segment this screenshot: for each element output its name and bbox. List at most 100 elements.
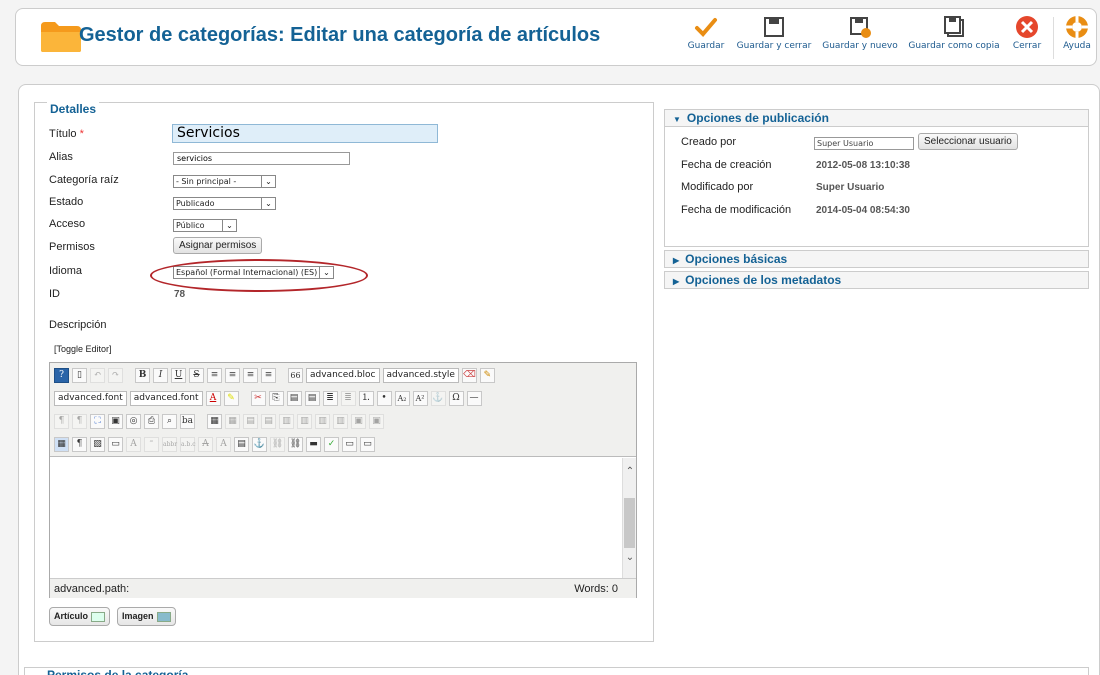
style-select[interactable]: advanced.style (382, 367, 459, 383)
ordered-list-icon[interactable]: ⒈ (358, 390, 374, 406)
superscript-icon[interactable]: A² (412, 390, 428, 406)
redo-icon[interactable]: ↷ (108, 367, 123, 383)
anchor-icon[interactable]: ⚓ (430, 390, 446, 406)
state-select[interactable]: Publicado ⌄ (173, 197, 276, 210)
edit-html-icon[interactable]: ▭ (342, 436, 357, 452)
paste-text-icon[interactable]: ▤ (304, 390, 320, 406)
clean-icon[interactable]: ✎ (479, 367, 495, 383)
basic-options-header[interactable]: ▶ Opciones básicas (664, 250, 1089, 268)
delete-row-icon[interactable]: ▥ (297, 413, 312, 429)
article-button[interactable]: Artículo (49, 607, 111, 626)
save-close-button[interactable]: Guardar y cerrar (736, 15, 812, 61)
metadata-options-header[interactable]: ▶ Opciones de los metadatos (664, 271, 1089, 289)
access-select[interactable]: Público ⌄ (173, 219, 237, 232)
delete-text-icon[interactable]: A (198, 436, 213, 452)
attributes-icon[interactable]: ▤ (234, 436, 249, 452)
ltr-icon[interactable]: ¶ (54, 413, 69, 429)
underline-icon[interactable]: U (171, 367, 186, 383)
publishing-options-header[interactable]: ▼ Opciones de publicación (664, 109, 1089, 127)
publishing-options-panel (664, 109, 1089, 247)
save-button[interactable]: Guardar (686, 15, 726, 61)
rtl-icon[interactable]: ¶ (72, 413, 87, 429)
cell-props-icon[interactable]: ▤ (261, 413, 276, 429)
created-by-input[interactable]: Super Usuario (814, 137, 914, 150)
styles-icon[interactable]: A (126, 436, 141, 452)
special-character-icon[interactable]: Ω (448, 390, 464, 406)
editor-scrollbar[interactable]: ⌃ ⌄ (622, 458, 636, 578)
subscript-icon[interactable]: A₂ (394, 390, 410, 406)
eraser-icon[interactable]: ⌫ (461, 367, 477, 383)
save-new-button[interactable]: Guardar y nuevo (822, 15, 898, 61)
italic-icon[interactable]: I (153, 367, 168, 383)
abbr-icon[interactable]: a.b.c (180, 436, 196, 452)
editor-status-bar: advanced.path: Words: 0 (50, 578, 636, 598)
spellcheck-icon[interactable]: ✓ (324, 436, 339, 452)
indent-icon[interactable]: ≣ (322, 390, 338, 406)
parent-select[interactable]: - Sin principal - ⌄ (173, 175, 276, 188)
delete-col-icon[interactable]: ▥ (333, 413, 348, 429)
paste-icon[interactable]: ▤ (286, 390, 302, 406)
search-icon[interactable]: ⌕ (162, 413, 177, 429)
media-icon[interactable]: ◎ (126, 413, 141, 429)
insert-row-icon[interactable]: ▥ (279, 413, 294, 429)
block-format-select[interactable]: advanced.bloc (306, 367, 380, 383)
row-props-icon[interactable]: ▤ (243, 413, 258, 429)
select-user-button[interactable]: Seleccionar usuario (918, 133, 1018, 150)
preview-icon[interactable]: ▣ (108, 413, 123, 429)
acronym-icon[interactable]: abbr (162, 436, 177, 452)
bold-icon[interactable]: B (135, 367, 150, 383)
align-justify-icon[interactable]: ≡ (261, 367, 276, 383)
language-label: Idioma (49, 265, 83, 277)
template-icon[interactable]: ▧ (90, 436, 105, 452)
help-icon[interactable]: ? (54, 367, 69, 383)
title-input[interactable]: Servicios (172, 124, 438, 143)
alias-input[interactable]: servicios (173, 152, 350, 165)
save-copy-button[interactable]: Guardar como copia (908, 15, 1000, 61)
copy-icon[interactable]: ⎘ (268, 390, 284, 406)
show-blocks-icon[interactable]: ¶ (72, 436, 87, 452)
insert-layer-icon[interactable]: ▦ (207, 413, 222, 429)
font-size-select[interactable]: advanced.font (129, 390, 203, 406)
access-label: Acceso (49, 218, 86, 230)
code-icon[interactable]: ▭ (360, 436, 375, 452)
visual-aid-icon[interactable]: ▦ (54, 436, 69, 452)
editor-content-area[interactable] (50, 458, 636, 578)
split-cells-icon[interactable]: ▣ (369, 413, 384, 429)
align-right-icon[interactable]: ≡ (243, 367, 258, 383)
merge-cells-icon[interactable]: ▣ (351, 413, 366, 429)
table-icon[interactable]: ▦ (225, 413, 240, 429)
anchor-insert-icon[interactable]: ⚓ (252, 436, 267, 452)
outdent-icon[interactable]: ≣ (340, 390, 356, 406)
scrollbar-thumb[interactable] (624, 498, 635, 548)
insert-col-icon[interactable]: ▥ (315, 413, 330, 429)
page-title: Gestor de categorías: Editar una categor… (79, 24, 601, 46)
bullet-list-icon[interactable]: • (376, 390, 392, 406)
image-button[interactable]: Imagen (117, 607, 176, 626)
text-color-icon[interactable]: A (205, 390, 221, 406)
toggle-editor-link[interactable]: [Toggle Editor] (54, 344, 112, 354)
blockquote-icon[interactable]: 66 (288, 367, 303, 383)
new-document-icon[interactable]: ▯ (72, 367, 87, 383)
pagebreak-icon[interactable]: ▭ (108, 436, 123, 452)
highlight-color-icon[interactable]: ✎ (223, 390, 239, 406)
scroll-up-icon[interactable]: ⌃ (624, 466, 636, 478)
align-center-icon[interactable]: ≡ (225, 367, 240, 383)
assign-permissions-button[interactable]: Asignar permisos (173, 237, 263, 254)
font-family-select[interactable]: advanced.font (54, 390, 127, 406)
align-left-icon[interactable]: ≡ (207, 367, 222, 383)
help-button[interactable]: Ayuda (1060, 15, 1094, 61)
scroll-down-icon[interactable]: ⌄ (624, 552, 636, 564)
fullscreen-icon[interactable]: ⛶ (90, 413, 105, 429)
link-icon[interactable]: ⛓ (288, 436, 303, 452)
strikethrough-icon[interactable]: S (189, 367, 204, 383)
print-icon[interactable]: ⎙ (144, 413, 159, 429)
horizontal-rule-icon[interactable]: — (466, 390, 482, 406)
undo-icon[interactable]: ↶ (90, 367, 105, 383)
image-icon[interactable]: ▬ (306, 436, 321, 452)
unlink-icon[interactable]: ⛓ (270, 436, 285, 452)
insert-text-icon[interactable]: A (216, 436, 231, 452)
cut-icon[interactable]: ✂ (250, 390, 266, 406)
close-button[interactable]: Cerrar (1010, 15, 1044, 61)
replace-icon[interactable]: ba (180, 413, 195, 429)
cite-icon[interactable]: ‴ (144, 436, 159, 452)
